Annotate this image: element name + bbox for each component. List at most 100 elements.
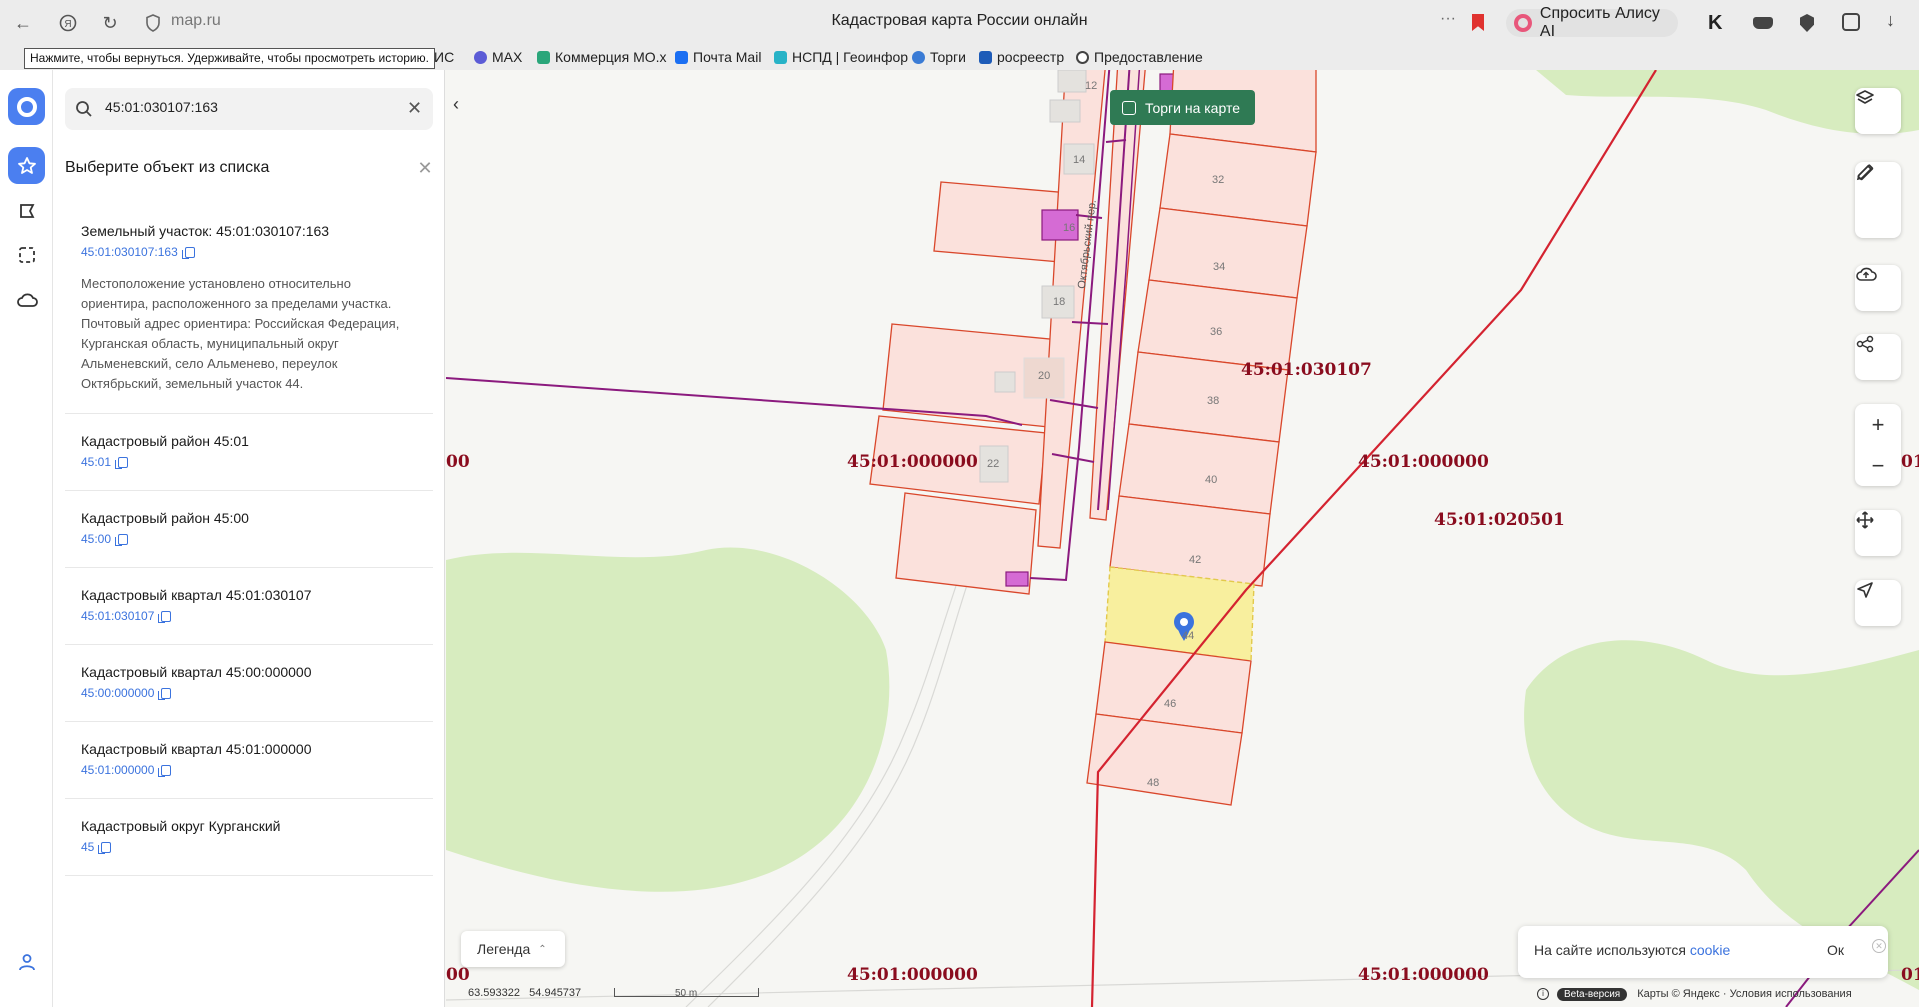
result-item[interactable]: Кадастровый район 45:01 45:01	[65, 414, 433, 491]
bookmark-item[interactable]: Почта Mail	[675, 49, 761, 65]
select-area-icon[interactable]	[8, 236, 45, 273]
result-code[interactable]: 45:01:030107	[81, 609, 417, 623]
back-arrow-icon[interactable]: ←	[10, 10, 36, 36]
cloud-upload-icon[interactable]	[1855, 265, 1901, 311]
geolocation-control[interactable]	[1855, 580, 1901, 626]
green-area	[446, 547, 890, 892]
cookie-banner: На сайте используются cookie Ок ✕	[1518, 926, 1888, 978]
collapse-panel-icon[interactable]: ‹	[445, 94, 467, 120]
attribution-text[interactable]: Карты © Яндекс · Условия использования	[1637, 988, 1851, 1000]
result-code[interactable]: 45:01	[81, 455, 417, 469]
copy-icon[interactable]	[98, 841, 112, 854]
quarter-label: 45:01:030107	[1241, 360, 1372, 380]
bookmark-item[interactable]: ИС	[434, 49, 454, 65]
bookmark-item[interactable]: Торги	[912, 49, 966, 65]
cookie-ok-button[interactable]: Ок	[1827, 942, 1844, 958]
close-cookie-icon[interactable]: ✕	[1872, 939, 1886, 953]
result-item[interactable]: Кадастровый квартал 45:01:030107 45:01:0…	[65, 568, 433, 645]
panel-title: Выберите объект из списка	[65, 159, 270, 176]
layers-control[interactable]	[1855, 88, 1901, 134]
extension-shield-icon[interactable]	[1800, 14, 1814, 32]
share-icon[interactable]	[1855, 334, 1901, 380]
zoom-out-icon[interactable]: −	[1855, 445, 1901, 486]
clear-search-icon[interactable]: ✕	[407, 98, 422, 119]
edit-icon[interactable]	[1855, 164, 1901, 234]
search-input[interactable]	[105, 99, 395, 115]
favorites-star-icon[interactable]	[8, 147, 45, 184]
move-icon[interactable]	[1855, 510, 1901, 556]
bookmark-item[interactable]: росреестр	[979, 49, 1064, 65]
bookmark-item[interactable]: НСПД | Геоинфор	[774, 49, 908, 65]
parcel-number: 38	[1207, 395, 1220, 407]
cloud-icon[interactable]	[8, 281, 45, 318]
ask-alice-button[interactable]: Спросить Алису AI	[1506, 5, 1678, 40]
result-code[interactable]: 45:00:000000	[81, 686, 417, 700]
search-box: ✕	[65, 88, 433, 130]
info-icon[interactable]: i	[1537, 988, 1549, 1000]
bookmark-item[interactable]: MAX	[474, 49, 522, 65]
yandex-icon[interactable]: Я	[55, 10, 81, 36]
cadastral-map[interactable]: 12 14 16 18 20 22 32 34 36 38 40 42 44 4…	[446, 70, 1919, 1007]
result-code[interactable]: 45:01:000000	[81, 763, 417, 777]
checkbox-icon[interactable]	[1122, 100, 1136, 115]
parcel-number: 44	[1182, 630, 1195, 642]
quarter-label: 45:01:000000	[847, 965, 978, 985]
parcel-number: 22	[987, 458, 1000, 470]
user-profile-icon[interactable]	[8, 943, 45, 980]
bookmark-item[interactable]: Коммерция МО.х	[537, 49, 667, 65]
building	[1057, 70, 1087, 93]
extensions-icon[interactable]	[1842, 13, 1860, 31]
result-title: Кадастровый квартал 45:00:000000	[81, 664, 312, 680]
copy-icon[interactable]	[158, 764, 172, 777]
extension-hat-icon[interactable]	[1753, 17, 1773, 29]
layers-icon[interactable]	[1855, 88, 1901, 134]
parcel-number: 14	[1073, 154, 1086, 166]
quarter-label-edge: 00	[446, 452, 470, 472]
app-logo-icon[interactable]	[8, 88, 45, 125]
result-title: Кадастровый квартал 45:01:030107	[81, 587, 312, 603]
quarter-label: 45:01:000000	[1358, 452, 1489, 472]
extension-k-icon[interactable]: K	[1708, 12, 1722, 35]
copy-icon[interactable]	[158, 687, 172, 700]
ask-alice-label: Спросить Алису AI	[1539, 5, 1660, 40]
result-item[interactable]: Кадастровый район 45:00 45:00	[65, 491, 433, 568]
more-icon[interactable]: ···	[1440, 10, 1456, 28]
result-code[interactable]: 45:00	[81, 532, 417, 546]
parcel-number: 48	[1147, 777, 1160, 789]
copy-icon[interactable]	[115, 533, 129, 546]
parcel-number: 36	[1210, 326, 1223, 338]
result-item[interactable]: Кадастровый квартал 45:00:000000 45:00:0…	[65, 645, 433, 722]
result-title: Земельный участок: 45:01:030107:163	[81, 223, 330, 239]
share-control[interactable]	[1855, 334, 1901, 380]
result-item[interactable]: Кадастровый квартал 45:01:000000 45:01:0…	[65, 722, 433, 799]
shield-icon[interactable]	[140, 10, 166, 36]
bookmark-icon[interactable]	[1472, 14, 1484, 31]
building	[1049, 99, 1081, 123]
download-icon[interactable]: ↓	[1886, 10, 1895, 31]
building-highlight	[1005, 571, 1029, 587]
zoom-in-icon[interactable]: +	[1855, 404, 1901, 445]
polygon-tool-icon[interactable]	[8, 192, 45, 229]
geolocation-arrow-icon[interactable]	[1855, 580, 1901, 626]
legend-button[interactable]: Легенда ⌃	[461, 931, 565, 967]
result-code[interactable]: 45:01:030107:163	[81, 245, 417, 259]
torgi-toggle[interactable]: Торги на карте	[1110, 90, 1255, 125]
cookie-link[interactable]: cookie	[1690, 942, 1730, 958]
copy-icon[interactable]	[181, 246, 195, 259]
address-bar[interactable]: map.ru	[171, 12, 221, 30]
upload-control[interactable]	[1855, 265, 1901, 311]
parcel-number: 42	[1189, 554, 1202, 566]
copy-icon[interactable]	[158, 610, 172, 623]
result-item[interactable]: Земельный участок: 45:01:030107:163 45:0…	[65, 200, 433, 414]
reload-icon[interactable]: ↻	[97, 10, 123, 36]
app-rail	[0, 70, 53, 1007]
result-code[interactable]: 45	[81, 840, 417, 854]
map-canvas[interactable]	[446, 70, 1919, 1007]
quarter-label-edge: 00	[446, 965, 470, 985]
bookmark-item[interactable]: Предоставление	[1076, 49, 1203, 65]
close-panel-icon[interactable]: ✕	[415, 158, 435, 178]
copy-icon[interactable]	[115, 456, 129, 469]
pan-control[interactable]	[1855, 510, 1901, 556]
result-item[interactable]: Кадастровый округ Курганский 45	[65, 799, 433, 876]
search-panel: ✕ Выберите объект из списка ✕ Земельный …	[53, 70, 445, 1007]
